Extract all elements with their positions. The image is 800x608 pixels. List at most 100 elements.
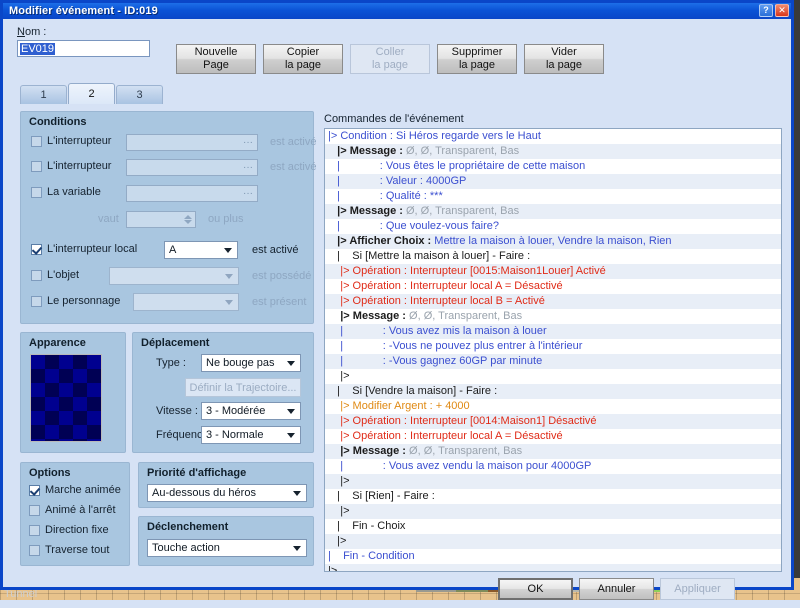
ok-button[interactable]: OK [498, 578, 573, 600]
cancel-button[interactable]: Annuler [579, 578, 654, 600]
new-page-button[interactable]: Nouvelle Page [176, 44, 256, 74]
options-title: Options [29, 467, 71, 479]
name-input[interactable]: EV019 [17, 40, 150, 57]
condition-local-switch-select[interactable]: A [164, 241, 238, 259]
delete-page-button-line2: la page [458, 59, 496, 71]
display-priority-select[interactable]: Au-dessous du héros [147, 484, 307, 502]
command-row[interactable]: |> [325, 534, 781, 549]
paste-page-button: Coller la page [350, 44, 430, 74]
command-row[interactable]: | : Vous êtes le propriétaire de cette m… [325, 159, 781, 174]
delete-page-button[interactable]: Supprimer la page [437, 44, 517, 74]
condition-character-checkbox[interactable] [31, 295, 42, 307]
option-pass-through-checkbox[interactable] [29, 544, 40, 556]
command-row[interactable]: | : Vous avez vendu la maison pour 4000G… [325, 459, 781, 474]
command-row[interactable]: |> Message : Ø, Ø, Transparent, Bas [325, 204, 781, 219]
command-row[interactable]: |> Opération : Interrupteur [0015:Maison… [325, 264, 781, 279]
command-row[interactable]: | : Que voulez-vous faire? [325, 219, 781, 234]
chevron-down-icon[interactable] [293, 491, 301, 496]
command-row[interactable]: |> [325, 474, 781, 489]
command-row[interactable]: | : -Vous ne pouvez plus entrer à l'inté… [325, 339, 781, 354]
option-pass-through-row[interactable]: Traverse tout [29, 544, 109, 556]
chevron-down-icon[interactable] [293, 546, 301, 551]
command-row[interactable]: | Fin - Choix [325, 519, 781, 534]
tab-page-2[interactable]: 2 [68, 83, 115, 104]
condition-switch-1-row[interactable]: L'interrupteur [31, 135, 111, 147]
top-strip: Nom : EV019 Nouvelle Page Copier la page… [6, 22, 794, 74]
condition-character-label: Le personnage [47, 295, 121, 307]
clear-page-button[interactable]: Vider la page [524, 44, 604, 74]
condition-variable-row[interactable]: La variable [31, 186, 101, 198]
condition-local-switch-checkbox[interactable] [31, 243, 42, 255]
condition-character-row[interactable]: Le personnage [31, 295, 120, 307]
option-walk-animation-row[interactable]: Marche animée [29, 484, 121, 496]
chevron-down-icon[interactable] [287, 433, 295, 438]
condition-object-label: L'objet [47, 269, 80, 281]
condition-switch-1-checkbox[interactable] [31, 135, 42, 147]
command-row[interactable]: |> [325, 369, 781, 384]
title-bar[interactable]: Modifier événement - ID:019 ? ✕ [3, 3, 791, 19]
appearance-sprite-preview[interactable] [30, 354, 102, 442]
appearance-title: Apparence [29, 337, 86, 349]
command-row[interactable]: |> [325, 504, 781, 519]
command-row-detail: Ø, Ø, Transparent, Bas [405, 205, 520, 217]
movement-speed-select[interactable]: 3 - Modérée [201, 402, 301, 420]
command-row[interactable]: | Si [Vendre la maison] - Faire : [325, 384, 781, 399]
condition-switch-2-field[interactable]: ··· [126, 159, 258, 176]
chevron-down-icon[interactable] [287, 409, 295, 414]
command-row[interactable]: | Si [Mettre la maison à louer] - Faire … [325, 249, 781, 264]
command-row[interactable]: |> Condition : Si Héros regarde vers le … [325, 129, 781, 144]
command-row[interactable]: | : -Vous gagnez 60GP par minute [325, 354, 781, 369]
condition-object-row[interactable]: L'objet [31, 269, 79, 281]
option-fixed-direction-row[interactable]: Direction fixe [29, 524, 109, 536]
command-row[interactable]: | : Vous avez mis la maison à louer [325, 324, 781, 339]
condition-object-checkbox[interactable] [31, 269, 42, 281]
command-row[interactable]: |> Afficher Choix : Mettre la maison à l… [325, 234, 781, 249]
command-row[interactable]: | Si [Rien] - Faire : [325, 489, 781, 504]
condition-switch-1-field[interactable]: ··· [126, 134, 258, 151]
condition-local-switch-row[interactable]: L'interrupteur local [31, 243, 137, 255]
trigger-select[interactable]: Touche action [147, 539, 307, 557]
condition-switch-2-checkbox[interactable] [31, 160, 42, 172]
tab-page-1[interactable]: 1 [20, 85, 67, 104]
option-stop-animation-checkbox[interactable] [29, 504, 40, 516]
option-fixed-direction-checkbox[interactable] [29, 524, 40, 536]
event-commands-list[interactable]: |> Condition : Si Héros regarde vers le … [324, 128, 782, 572]
spinner-up-icon[interactable] [184, 215, 192, 219]
spinner-down-icon[interactable] [184, 220, 192, 224]
movement-title: Déplacement [141, 337, 210, 349]
window-buttons: ? ✕ [759, 4, 789, 17]
condition-switch-1-suffix: est activé [270, 136, 317, 148]
command-row[interactable]: |> Message : Ø, Ø, Transparent, Bas [325, 309, 781, 324]
condition-variable-field[interactable]: ··· [126, 185, 258, 202]
command-row[interactable]: |> Modifier Argent : + 4000 [325, 399, 781, 414]
chevron-down-icon[interactable] [225, 274, 233, 279]
condition-variable-spinner[interactable] [126, 211, 196, 228]
command-row[interactable]: |> Opération : Interrupteur local A = Dé… [325, 279, 781, 294]
chevron-down-icon[interactable] [225, 300, 233, 305]
command-row[interactable]: |> [325, 564, 781, 571]
command-row[interactable]: |> Opération : Interrupteur local A = Dé… [325, 429, 781, 444]
condition-character-select[interactable] [133, 293, 239, 311]
command-row[interactable]: | : Qualité : *** [325, 189, 781, 204]
condition-variable-checkbox[interactable] [31, 186, 42, 198]
help-icon[interactable]: ? [759, 4, 773, 17]
option-walk-animation-checkbox[interactable] [29, 484, 40, 496]
chevron-down-icon[interactable] [224, 248, 232, 253]
movement-frequency-select[interactable]: 3 - Normale [201, 426, 301, 444]
movement-type-select[interactable]: Ne bouge pas [201, 354, 301, 372]
command-row[interactable]: | : Valeur : 4000GP [325, 174, 781, 189]
command-row[interactable]: |> Message : Ø, Ø, Transparent, Bas [325, 144, 781, 159]
command-row[interactable]: |> Message : Ø, Ø, Transparent, Bas [325, 444, 781, 459]
condition-object-select[interactable] [109, 267, 239, 285]
command-row[interactable]: |> Opération : Interrupteur [0014:Maison… [325, 414, 781, 429]
chevron-down-icon[interactable] [287, 361, 295, 366]
tab-page-3[interactable]: 3 [116, 85, 163, 104]
movement-group: Déplacement Type : Ne bouge pas Définir … [132, 332, 314, 453]
condition-switch-2-row[interactable]: L'interrupteur [31, 160, 111, 172]
option-stop-animation-row[interactable]: Animé à l'arrêt [29, 504, 116, 516]
command-row[interactable]: | Fin - Condition [325, 549, 781, 564]
window-title: Modifier événement - ID:019 [9, 5, 158, 17]
command-row[interactable]: |> Opération : Interrupteur local B = Ac… [325, 294, 781, 309]
close-icon[interactable]: ✕ [775, 4, 789, 17]
copy-page-button[interactable]: Copier la page [263, 44, 343, 74]
